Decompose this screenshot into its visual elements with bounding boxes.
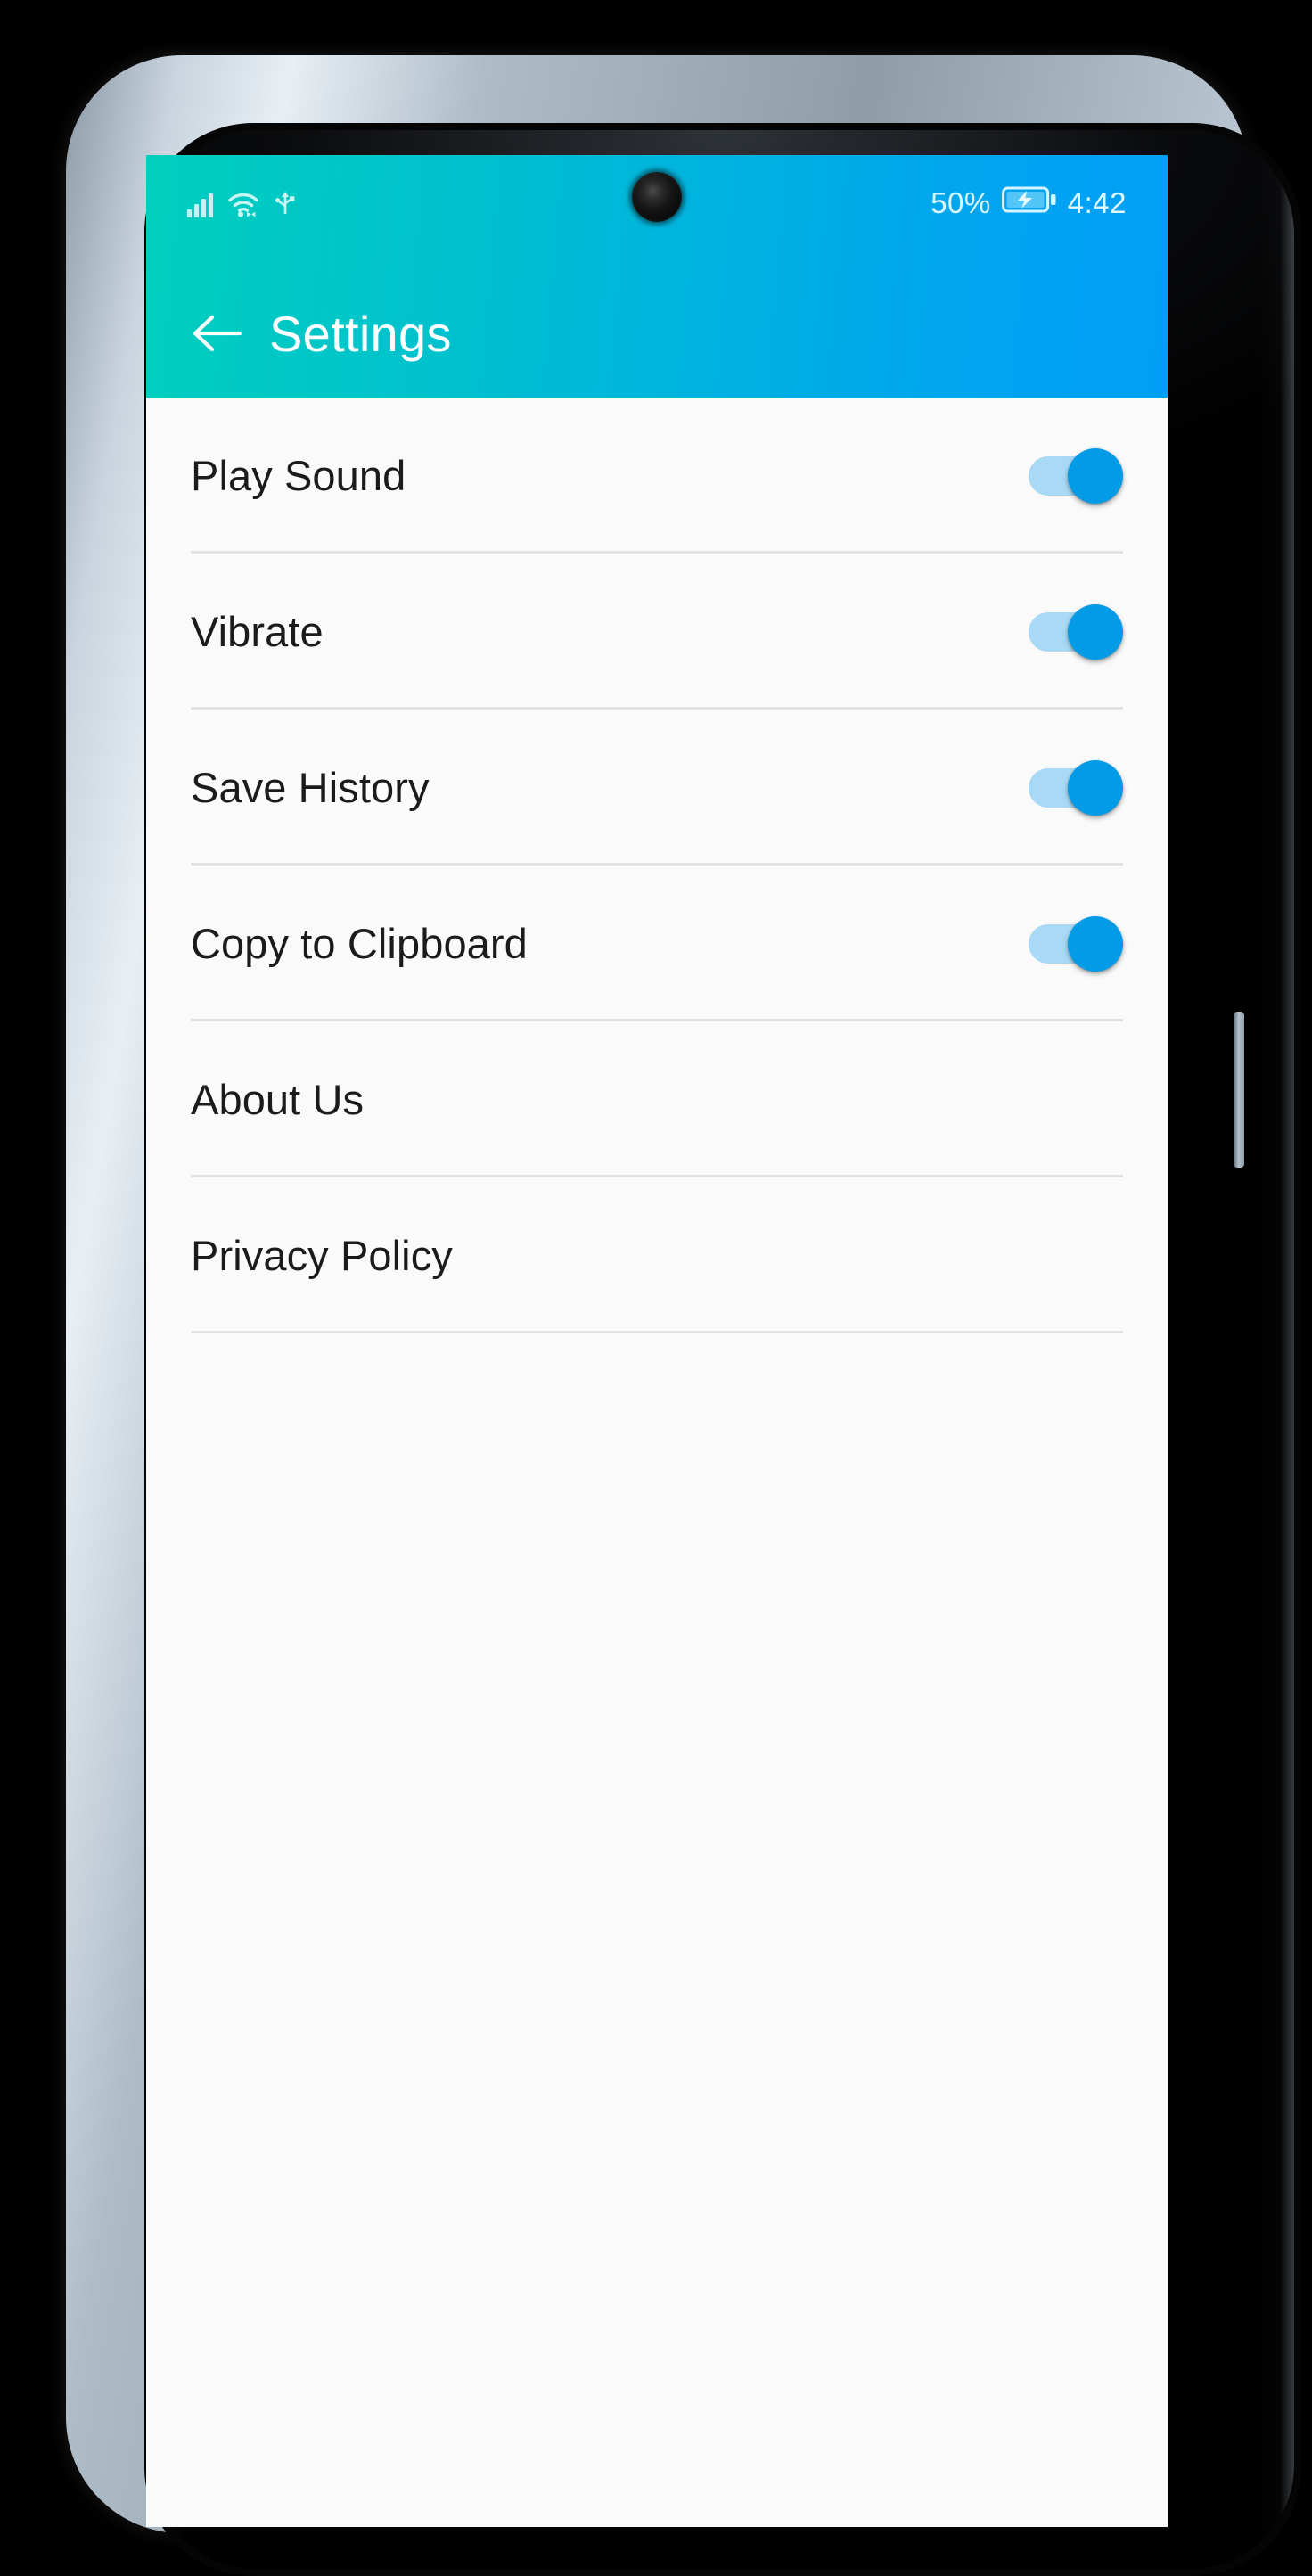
toggle-play-sound[interactable] bbox=[1029, 447, 1123, 504]
app-bar-title-row: Settings bbox=[146, 301, 452, 365]
settings-row-play-sound[interactable]: Play Sound bbox=[146, 398, 1168, 554]
back-arrow-icon[interactable] bbox=[185, 301, 250, 365]
toggle-copy-to-clipboard[interactable] bbox=[1029, 915, 1123, 972]
wifi-icon bbox=[227, 191, 259, 217]
row-label: About Us bbox=[191, 1076, 365, 1123]
switch-thumb bbox=[1068, 915, 1123, 972]
row-label: Vibrate bbox=[191, 608, 324, 655]
battery-charging-icon bbox=[1001, 185, 1057, 222]
settings-row-copy-to-clipboard[interactable]: Copy to Clipboard bbox=[146, 866, 1168, 1021]
status-bar-right: 50% 4:42 bbox=[931, 185, 1127, 222]
settings-row-privacy-policy[interactable]: Privacy Policy bbox=[146, 1177, 1168, 1333]
row-label: Play Sound bbox=[191, 452, 406, 499]
row-label: Privacy Policy bbox=[191, 1232, 453, 1279]
signal-bars-icon bbox=[187, 191, 213, 217]
toggle-save-history[interactable] bbox=[1029, 759, 1123, 816]
status-bar-left bbox=[187, 189, 297, 217]
settings-list: Play Sound Vibrate Save History Copy to … bbox=[146, 398, 1168, 1333]
battery-percent: 50% bbox=[931, 186, 991, 219]
power-button[interactable] bbox=[1234, 1012, 1244, 1168]
switch-thumb bbox=[1068, 603, 1123, 660]
row-label: Save History bbox=[191, 764, 430, 811]
settings-row-save-history[interactable]: Save History bbox=[146, 710, 1168, 866]
front-camera-punch-hole bbox=[632, 172, 682, 222]
row-divider bbox=[191, 1331, 1123, 1333]
row-label: Copy to Clipboard bbox=[191, 920, 528, 967]
usb-icon bbox=[274, 189, 297, 217]
status-bar-clock: 4:42 bbox=[1067, 186, 1127, 219]
switch-thumb bbox=[1068, 759, 1123, 816]
switch-thumb bbox=[1068, 447, 1123, 504]
phone-screen: 50% 4:42 Settings Play Sound Vibrate Sav… bbox=[146, 155, 1168, 2527]
page-title: Settings bbox=[269, 305, 452, 362]
settings-row-vibrate[interactable]: Vibrate bbox=[146, 554, 1168, 710]
toggle-vibrate[interactable] bbox=[1029, 603, 1123, 660]
app-bar: 50% 4:42 Settings bbox=[146, 155, 1168, 398]
settings-row-about-us[interactable]: About Us bbox=[146, 1021, 1168, 1177]
